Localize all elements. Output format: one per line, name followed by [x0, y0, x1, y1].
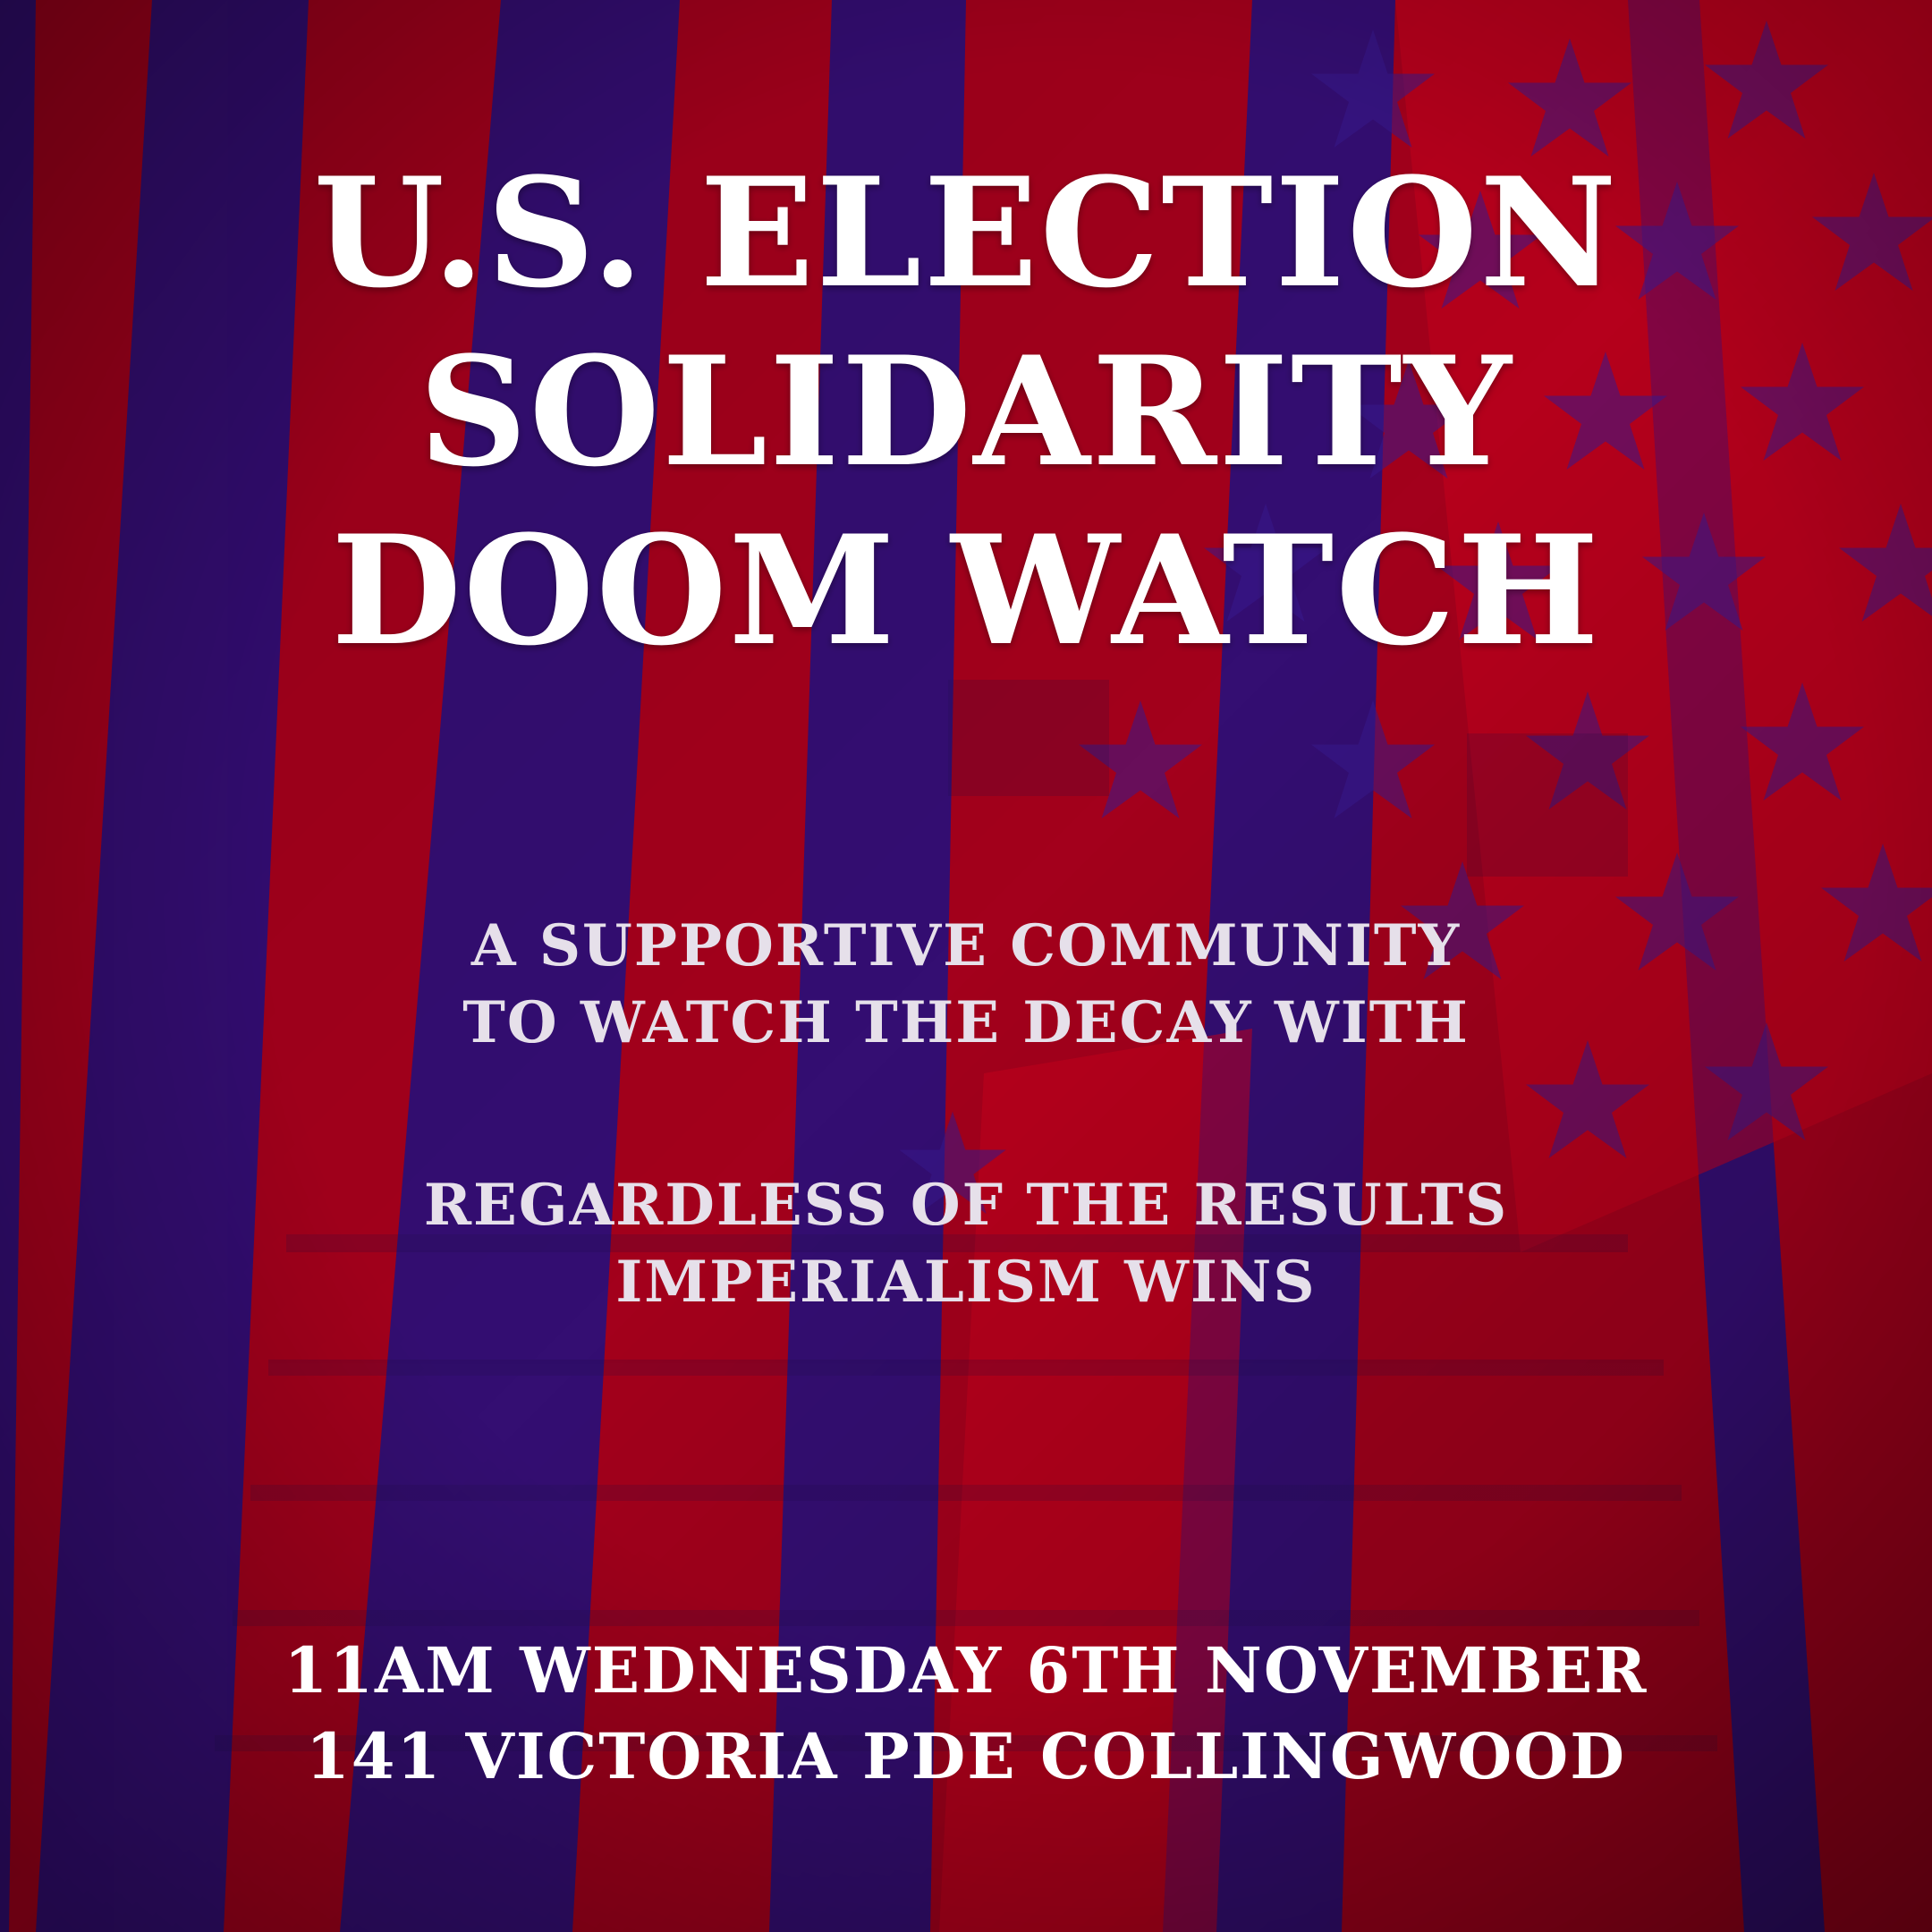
tagline-results-line-1: REGARDLESS OF THE RESULTS: [423, 1172, 1509, 1239]
tagline-community-line-1: A SUPPORTIVE COMMUNITY: [470, 912, 1462, 979]
tagline-community: A SUPPORTIVE COMMUNITY TO WATCH THE DECA…: [0, 908, 1932, 1062]
tagline-community-line-2: TO WATCH THE DECAY WITH: [462, 989, 1470, 1056]
event-title: U.S. ELECTION SOLIDARITY DOOM WATCH: [0, 143, 1932, 680]
title-line-2: SOLIDARITY: [419, 323, 1513, 500]
event-time-date: 11AM WEDNESDAY 6TH NOVEMBER: [284, 1633, 1648, 1707]
poster-text: U.S. ELECTION SOLIDARITY DOOM WATCH A SU…: [0, 0, 1932, 1932]
event-address: 141 VICTORIA PDE COLLINGWOOD: [306, 1719, 1626, 1793]
event-details: 11AM WEDNESDAY 6TH NOVEMBER 141 VICTORIA…: [0, 1628, 1932, 1800]
event-poster: U.S. ELECTION SOLIDARITY DOOM WATCH A SU…: [0, 0, 1932, 1932]
tagline-results-line-2: IMPERIALISM WINS: [615, 1249, 1317, 1316]
tagline-results: REGARDLESS OF THE RESULTS IMPERIALISM WI…: [0, 1167, 1932, 1321]
title-line-3: DOOM WATCH: [331, 502, 1601, 679]
title-line-1: U.S. ELECTION: [313, 144, 1619, 321]
